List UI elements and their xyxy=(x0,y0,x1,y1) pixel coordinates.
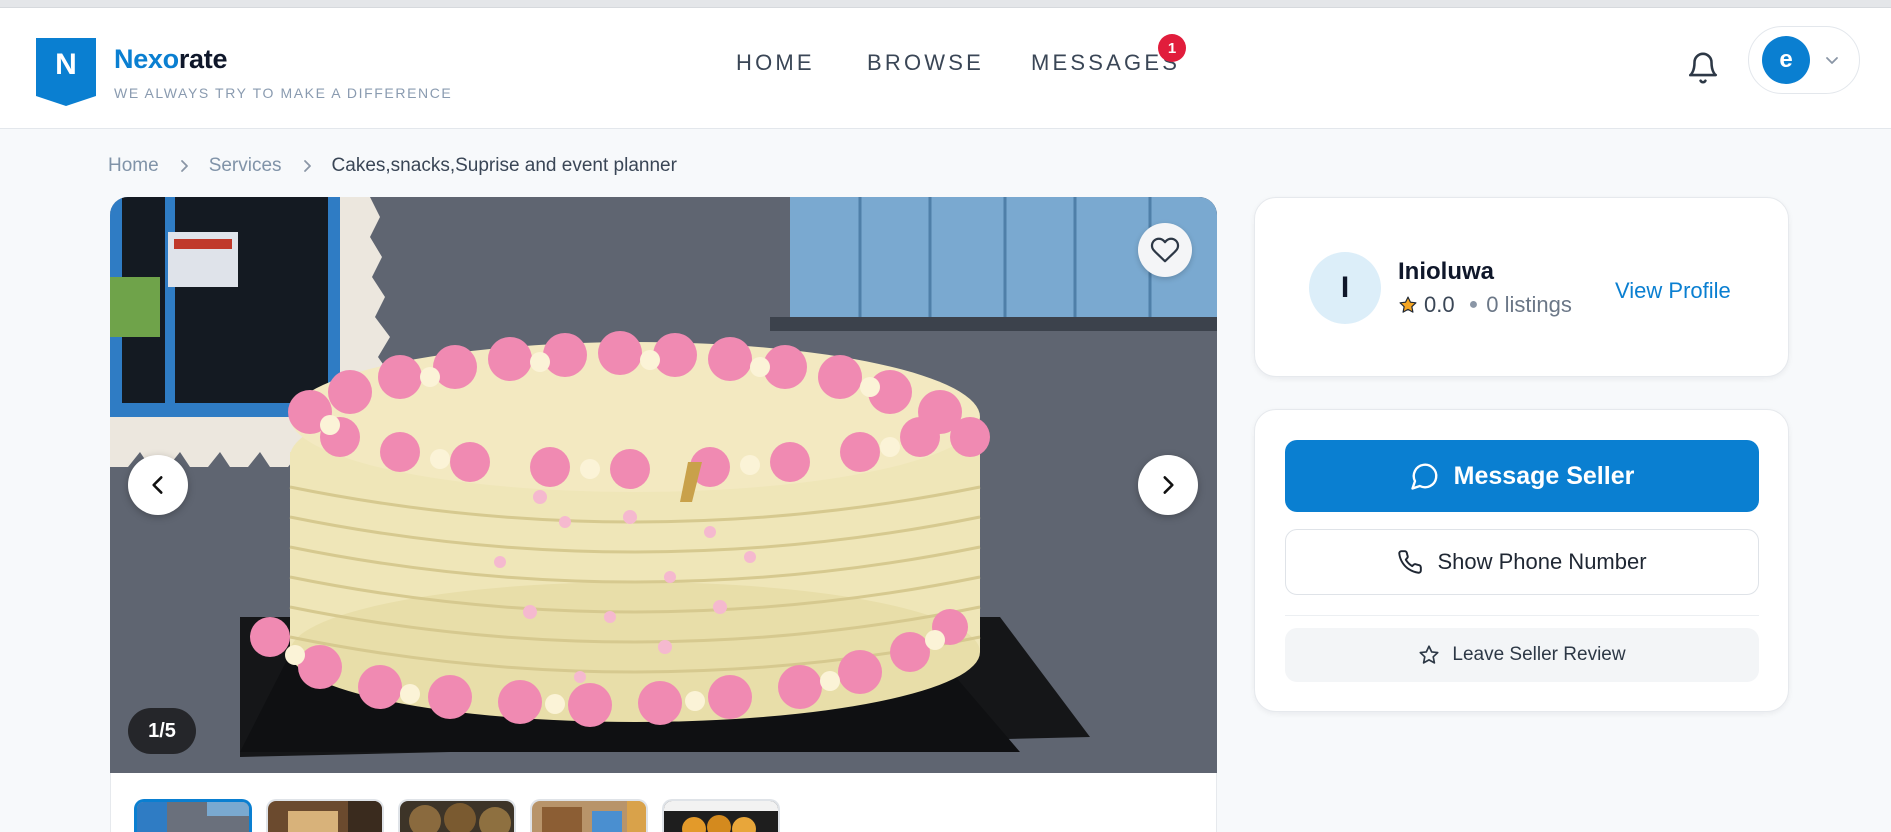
leave-review-button[interactable]: Leave Seller Review xyxy=(1285,628,1759,682)
message-seller-label: Message Seller xyxy=(1453,461,1635,490)
chevron-right-icon xyxy=(180,160,188,172)
star-filled-icon xyxy=(1399,296,1417,313)
thumbnail-image xyxy=(268,801,382,832)
breadcrumb-current: Cakes,snacks,Suprise and event planner xyxy=(331,155,677,176)
thumbnail-3[interactable] xyxy=(398,799,516,832)
thumbnail-1[interactable] xyxy=(134,799,252,832)
seller-actions-card: Message Seller Show Phone Number Leave S… xyxy=(1254,409,1789,712)
nav-home[interactable]: HOME xyxy=(736,50,815,76)
breadcrumb-home[interactable]: Home xyxy=(108,155,159,177)
thumbnail-image xyxy=(400,801,514,832)
chevron-left-icon xyxy=(152,476,163,494)
user-avatar: e xyxy=(1762,36,1810,84)
star-outline-icon xyxy=(1419,645,1439,664)
user-menu[interactable]: e xyxy=(1748,26,1860,94)
browser-top-strip xyxy=(0,0,1891,8)
logo-letter: N xyxy=(55,48,77,81)
heart-icon xyxy=(1150,237,1180,263)
show-phone-label: Show Phone Number xyxy=(1437,549,1647,574)
phone-icon xyxy=(1398,550,1423,574)
messages-count-badge: 1 xyxy=(1158,34,1186,62)
nav-messages[interactable]: MESSAGES xyxy=(1031,50,1180,76)
gallery-next-button[interactable] xyxy=(1138,455,1198,515)
seller-avatar[interactable]: I xyxy=(1309,252,1381,324)
thumbnail-image xyxy=(137,802,249,832)
seller-meta: 0.0 ● 0 listings xyxy=(1398,292,1572,318)
thumbnail-image xyxy=(532,801,646,832)
cake-photo xyxy=(110,197,1217,773)
gallery-counter: 1/5 xyxy=(128,708,196,754)
breadcrumb-services[interactable]: Services xyxy=(209,155,282,177)
brand-name-accent: Nexo xyxy=(114,44,179,74)
message-seller-button[interactable]: Message Seller xyxy=(1285,440,1759,512)
chevron-right-icon xyxy=(1163,476,1174,494)
seller-listings-count: 0 listings xyxy=(1486,292,1572,317)
chevron-down-icon xyxy=(1826,57,1838,64)
thumbnail-image xyxy=(664,801,778,832)
nav-browse[interactable]: BROWSE xyxy=(867,50,984,76)
brand-name[interactable]: Nexorate xyxy=(114,44,227,75)
seller-rating: 0.0 xyxy=(1424,292,1455,317)
breadcrumb: Home Services Cakes,snacks,Suprise and e… xyxy=(108,155,677,177)
seller-name[interactable]: Inioluwa xyxy=(1398,258,1494,286)
listing-image-gallery[interactable] xyxy=(110,197,1217,773)
divider xyxy=(1285,615,1759,616)
thumbnail-2[interactable] xyxy=(266,799,384,832)
leave-review-label: Leave Seller Review xyxy=(1452,644,1626,665)
brand-tagline: WE ALWAYS TRY TO MAKE A DIFFERENCE xyxy=(114,85,453,101)
favorite-button[interactable] xyxy=(1138,223,1192,277)
chat-bubble-icon xyxy=(1410,463,1438,490)
bell-icon[interactable] xyxy=(1686,50,1720,86)
show-phone-button[interactable]: Show Phone Number xyxy=(1285,529,1759,595)
gallery-prev-button[interactable] xyxy=(128,455,188,515)
chevron-right-icon xyxy=(303,160,311,172)
seller-card: I Inioluwa 0.0 ● 0 listings View Profile xyxy=(1254,197,1789,377)
thumbnail-5[interactable] xyxy=(662,799,780,832)
separator-dot: ● xyxy=(1468,296,1479,313)
thumbnail-4[interactable] xyxy=(530,799,648,832)
view-profile-link[interactable]: View Profile xyxy=(1615,278,1731,304)
brand-name-rest: rate xyxy=(178,44,228,74)
